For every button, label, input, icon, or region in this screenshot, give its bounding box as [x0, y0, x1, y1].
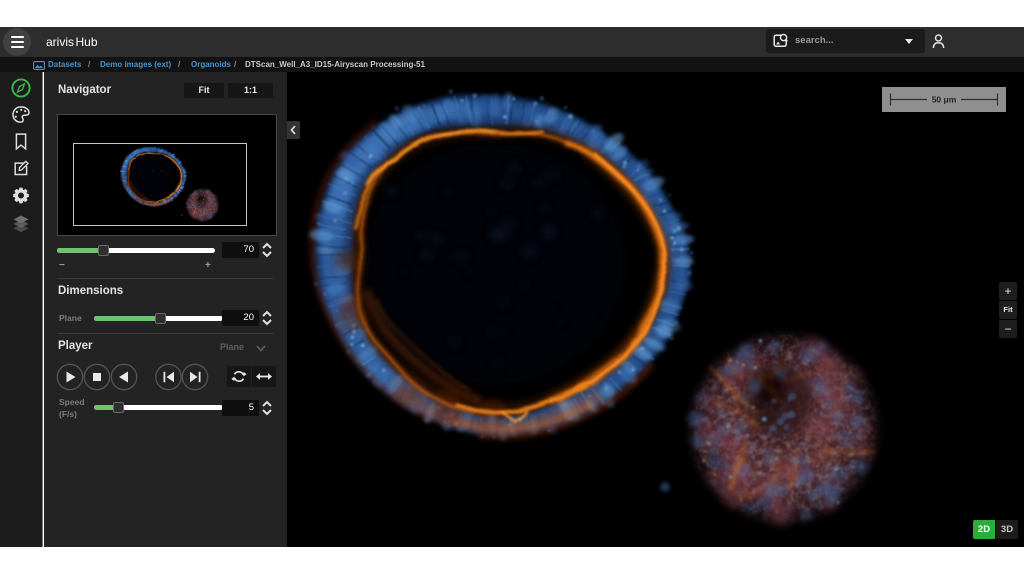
svg-text:50 μm: 50 μm — [932, 95, 957, 105]
